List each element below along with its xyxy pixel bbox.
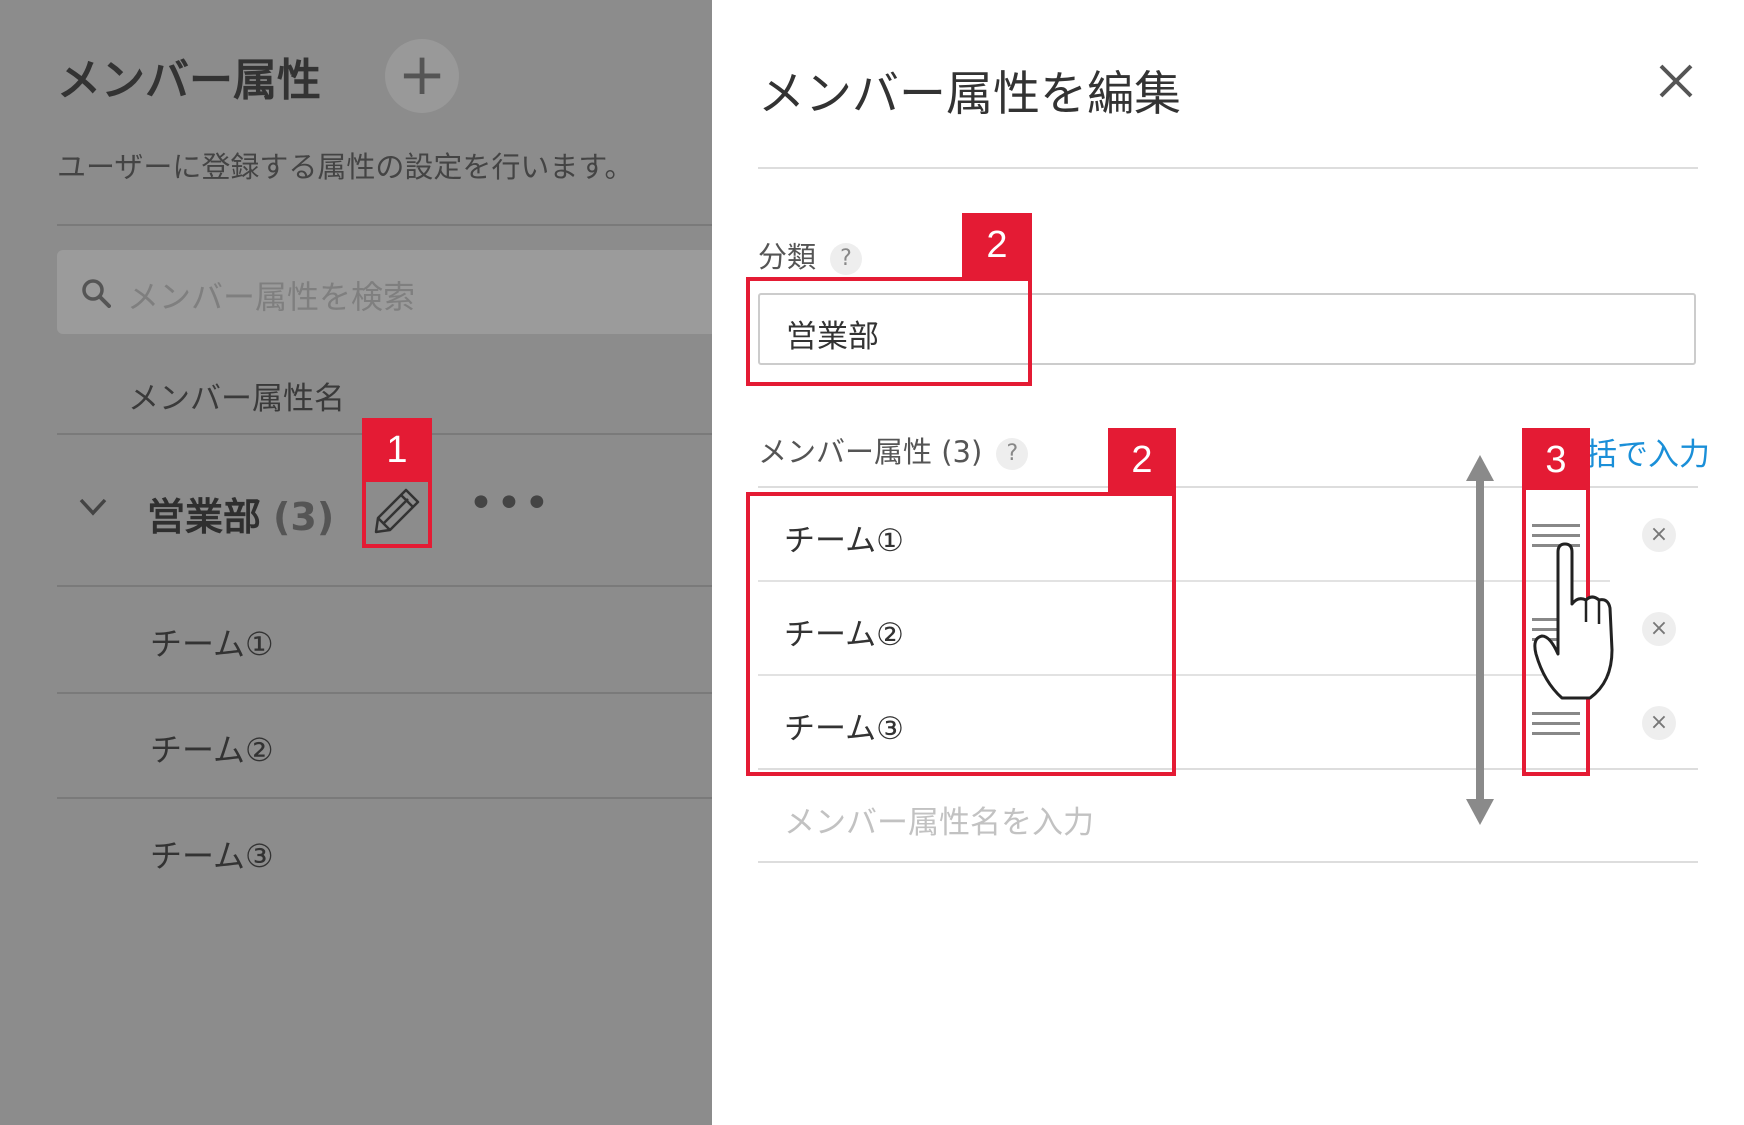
reorder-arrow-icon	[1466, 455, 1494, 825]
remove-attribute-button[interactable]: ×	[1642, 518, 1676, 552]
annotation-badge-2a: 2	[962, 213, 1032, 279]
group-title: 営業部 (3)	[147, 486, 334, 541]
group-count: (3)	[273, 495, 335, 539]
search-input[interactable]: メンバー属性を検索	[57, 250, 712, 334]
category-label-text: 分類	[758, 240, 817, 274]
remove-attribute-button[interactable]: ×	[1642, 706, 1676, 740]
list-item[interactable]: チーム②	[150, 725, 274, 771]
annotation-box-2b	[746, 492, 1176, 776]
attributes-label: メンバー属性 (3)?	[758, 429, 1029, 471]
annotation-badge-2b: 2	[1108, 428, 1176, 494]
help-icon[interactable]: ?	[830, 243, 863, 275]
list-item[interactable]: チーム①	[150, 619, 274, 665]
remove-attribute-button[interactable]: ×	[1642, 612, 1676, 646]
pointer-hand-icon	[1533, 542, 1614, 700]
close-icon[interactable]	[1658, 63, 1694, 99]
search-placeholder: メンバー属性を検索	[127, 278, 416, 316]
help-icon[interactable]: ?	[996, 438, 1029, 470]
bulk-input-link[interactable]: 括で入力	[1586, 429, 1710, 474]
divider	[57, 692, 712, 694]
annotation-badge-3: 3	[1522, 428, 1590, 490]
add-attribute-button[interactable]: +	[385, 39, 459, 113]
attributes-label-text: メンバー属性 (3)	[758, 435, 983, 469]
search-icon	[82, 279, 111, 308]
category-label: 分類?	[758, 234, 863, 276]
page-description: ユーザーに登録する属性の設定を行います。	[57, 150, 634, 184]
page-title: メンバー属性	[57, 55, 321, 106]
edit-panel-title: メンバー属性を編集	[758, 67, 1181, 122]
annotation-box-2a	[746, 277, 1032, 386]
chevron-down-icon[interactable]	[78, 496, 108, 518]
new-attribute-input[interactable]: メンバー属性名を入力	[784, 797, 1094, 842]
column-header-name: メンバー属性名	[128, 381, 345, 417]
more-options-button[interactable]: •••	[468, 478, 552, 529]
divider	[57, 585, 712, 587]
divider	[57, 224, 712, 226]
divider	[758, 167, 1698, 169]
divider	[57, 797, 712, 799]
annotation-badge-1: 1	[362, 418, 432, 482]
divider	[758, 861, 1698, 863]
group-name: 営業部	[147, 495, 262, 539]
list-item[interactable]: チーム③	[150, 831, 274, 877]
attribute-list-panel: メンバー属性 + ユーザーに登録する属性の設定を行います。 メンバー属性を検索 …	[0, 0, 712, 1125]
